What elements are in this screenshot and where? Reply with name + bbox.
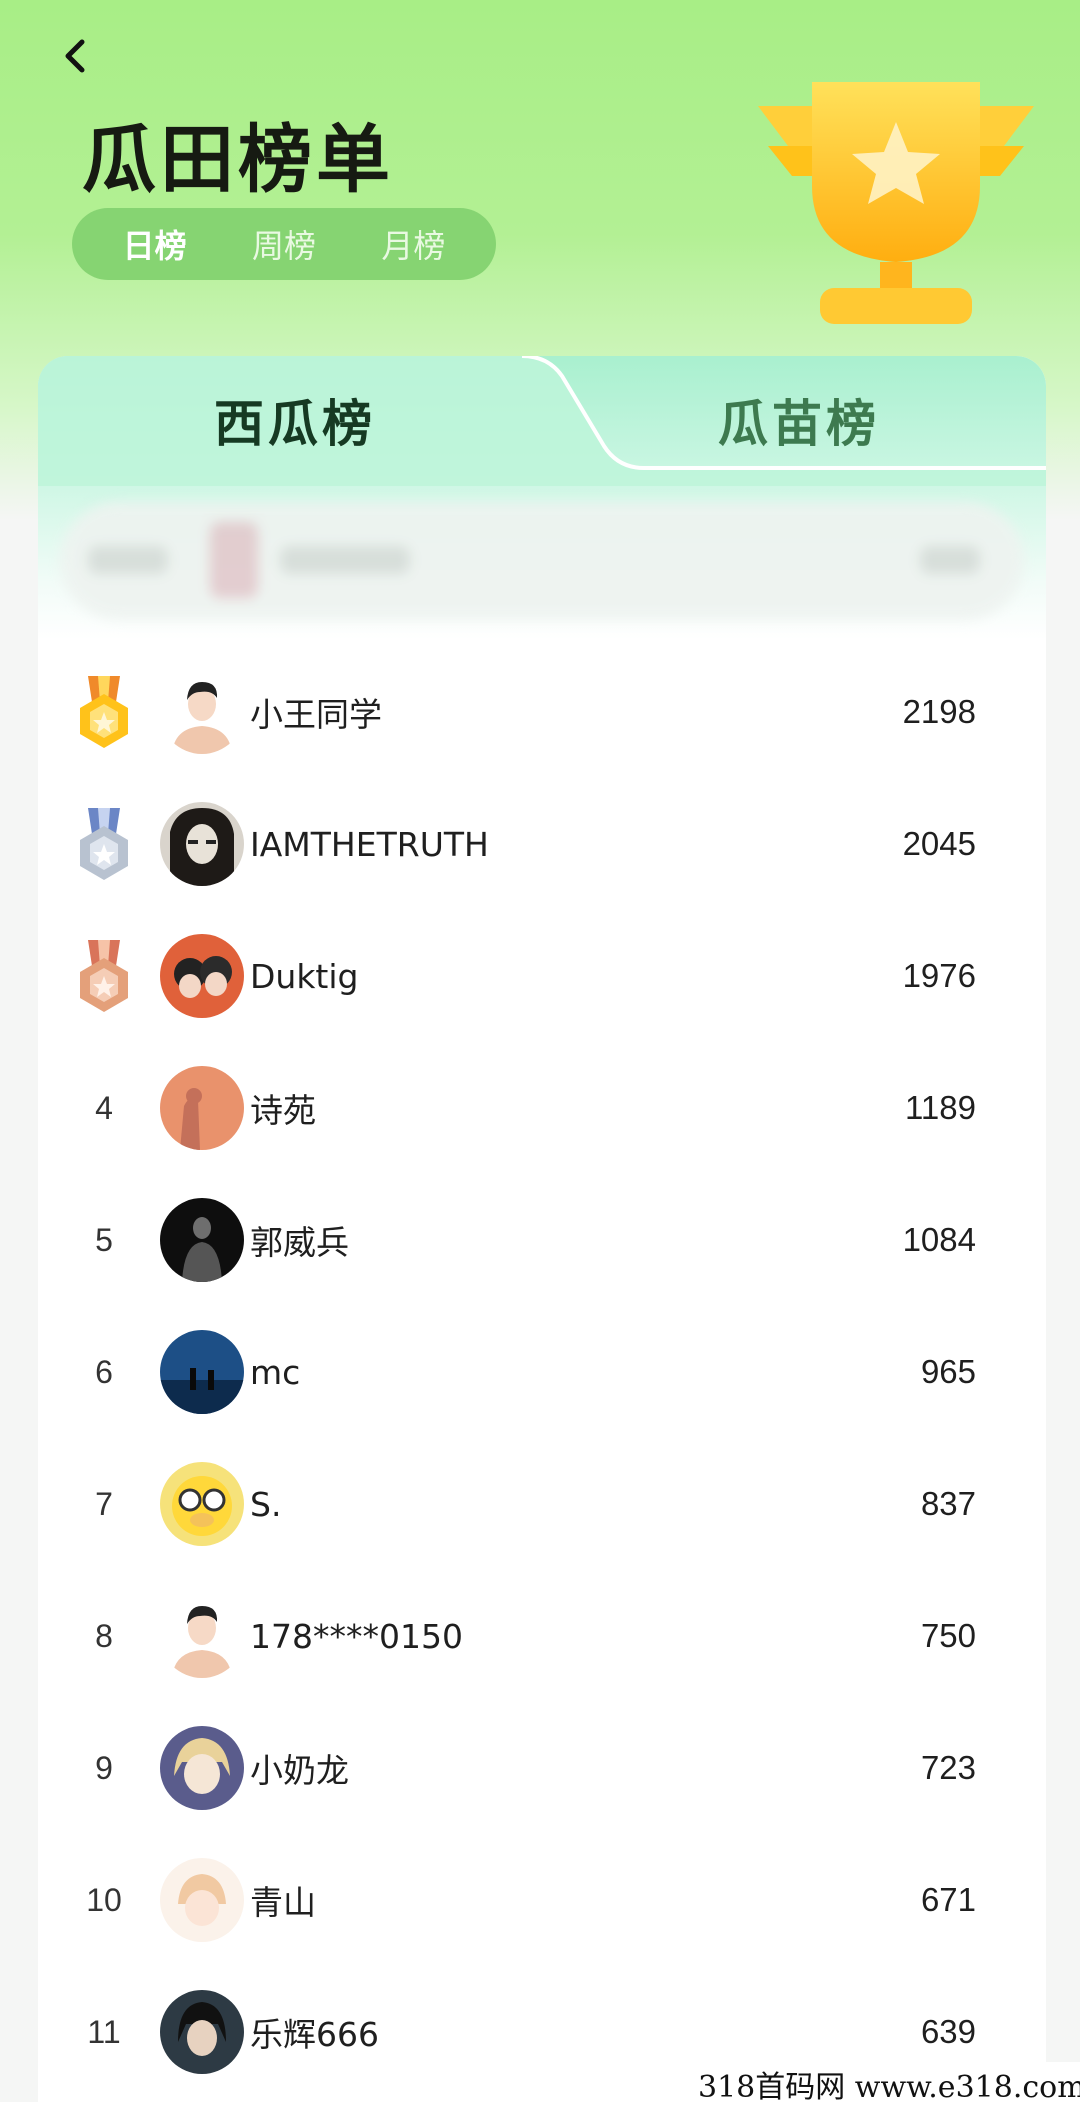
- ranking-list: 小王同学 2198 IAMTHETRUTH 2045 Duktig 1976 4…: [38, 646, 1046, 2098]
- page-title: 瓜田榜单: [82, 117, 394, 203]
- period-tabs: 日榜 周榜 月榜: [72, 208, 496, 280]
- tab-watermelon-board[interactable]: 西瓜榜: [214, 384, 376, 456]
- silver-medal-icon: [80, 808, 128, 880]
- user-score: 639: [920, 2013, 976, 2050]
- tab-weekly[interactable]: 周榜: [219, 221, 348, 267]
- avatar: [160, 1462, 244, 1546]
- tab-divider: [38, 356, 1046, 486]
- user-score: 750: [920, 1617, 976, 1654]
- bronze-medal-icon: [80, 940, 128, 1012]
- table-row[interactable]: IAMTHETRUTH 2045: [38, 778, 1046, 910]
- user-name: 178****0150: [250, 1616, 463, 1656]
- rank-number: 11: [87, 2013, 121, 2050]
- tab-monthly[interactable]: 月榜: [349, 221, 478, 267]
- table-row[interactable]: 9 小奶龙 723: [38, 1702, 1046, 1834]
- rank-number: 7: [95, 1485, 113, 1522]
- tab-daily[interactable]: 日榜: [90, 221, 219, 267]
- rank-number: 4: [95, 1089, 113, 1126]
- table-row[interactable]: Duktig 1976: [38, 910, 1046, 1042]
- avatar: [160, 1858, 244, 1942]
- avatar: [160, 1330, 244, 1414]
- avatar: [160, 1594, 244, 1678]
- my-rank-row-blurred: [60, 502, 1024, 620]
- avatar: [160, 1066, 244, 1150]
- rank-number: 6: [95, 1353, 113, 1390]
- avatar: [160, 1198, 244, 1282]
- table-row[interactable]: 4 诗苑 1189: [38, 1042, 1046, 1174]
- user-score: 1189: [905, 1089, 976, 1126]
- user-name: IAMTHETRUTH: [250, 824, 489, 864]
- user-score: 2198: [902, 693, 976, 730]
- user-score: 2045: [902, 825, 976, 862]
- back-button[interactable]: [46, 26, 106, 86]
- rank-number: 10: [86, 1881, 122, 1918]
- table-row[interactable]: 6 mc 965: [38, 1306, 1046, 1438]
- rank-number: 8: [95, 1617, 113, 1654]
- user-name: S.: [250, 1484, 282, 1524]
- user-name: 小奶龙: [250, 1751, 349, 1790]
- avatar: [160, 1990, 244, 2074]
- user-name: 青山: [250, 1883, 316, 1922]
- user-score: 1976: [902, 957, 976, 994]
- table-row[interactable]: 7 S. 837: [38, 1438, 1046, 1570]
- rank-number: 5: [95, 1221, 113, 1258]
- rank-number: 9: [95, 1749, 113, 1786]
- user-score: 671: [920, 1881, 976, 1918]
- table-row[interactable]: 8 178****0150 750: [38, 1570, 1046, 1702]
- tab-seedling-board[interactable]: 瓜苗榜: [718, 384, 880, 456]
- gold-medal-icon: [80, 676, 128, 748]
- watermark-text: 318首码网 www.e318.com: [690, 2062, 1080, 2102]
- user-score: 1084: [902, 1221, 976, 1258]
- user-name: mc: [250, 1352, 301, 1392]
- chevron-left-icon: [65, 39, 85, 73]
- table-row[interactable]: 10 青山 671: [38, 1834, 1046, 1966]
- avatar: [160, 670, 244, 754]
- table-row[interactable]: 小王同学 2198: [38, 646, 1046, 778]
- trophy-icon: [758, 82, 1034, 324]
- user-name: 小王同学: [250, 695, 382, 734]
- user-name: 郭威兵: [250, 1223, 349, 1262]
- avatar: [160, 802, 244, 886]
- leaderboard-card: 西瓜榜 瓜苗榜 小王同学 2198 IAMTHETRUTH 2045 Dukti…: [38, 356, 1046, 2102]
- user-name: 诗苑: [250, 1091, 316, 1130]
- avatar: [160, 1726, 244, 1810]
- user-name: Duktig: [250, 956, 359, 996]
- user-name: 乐辉666: [250, 2015, 379, 2054]
- user-score: 837: [920, 1485, 976, 1522]
- avatar: [160, 934, 244, 1018]
- table-row[interactable]: 5 郭威兵 1084: [38, 1174, 1046, 1306]
- user-score: 723: [920, 1749, 976, 1786]
- user-score: 965: [920, 1353, 976, 1390]
